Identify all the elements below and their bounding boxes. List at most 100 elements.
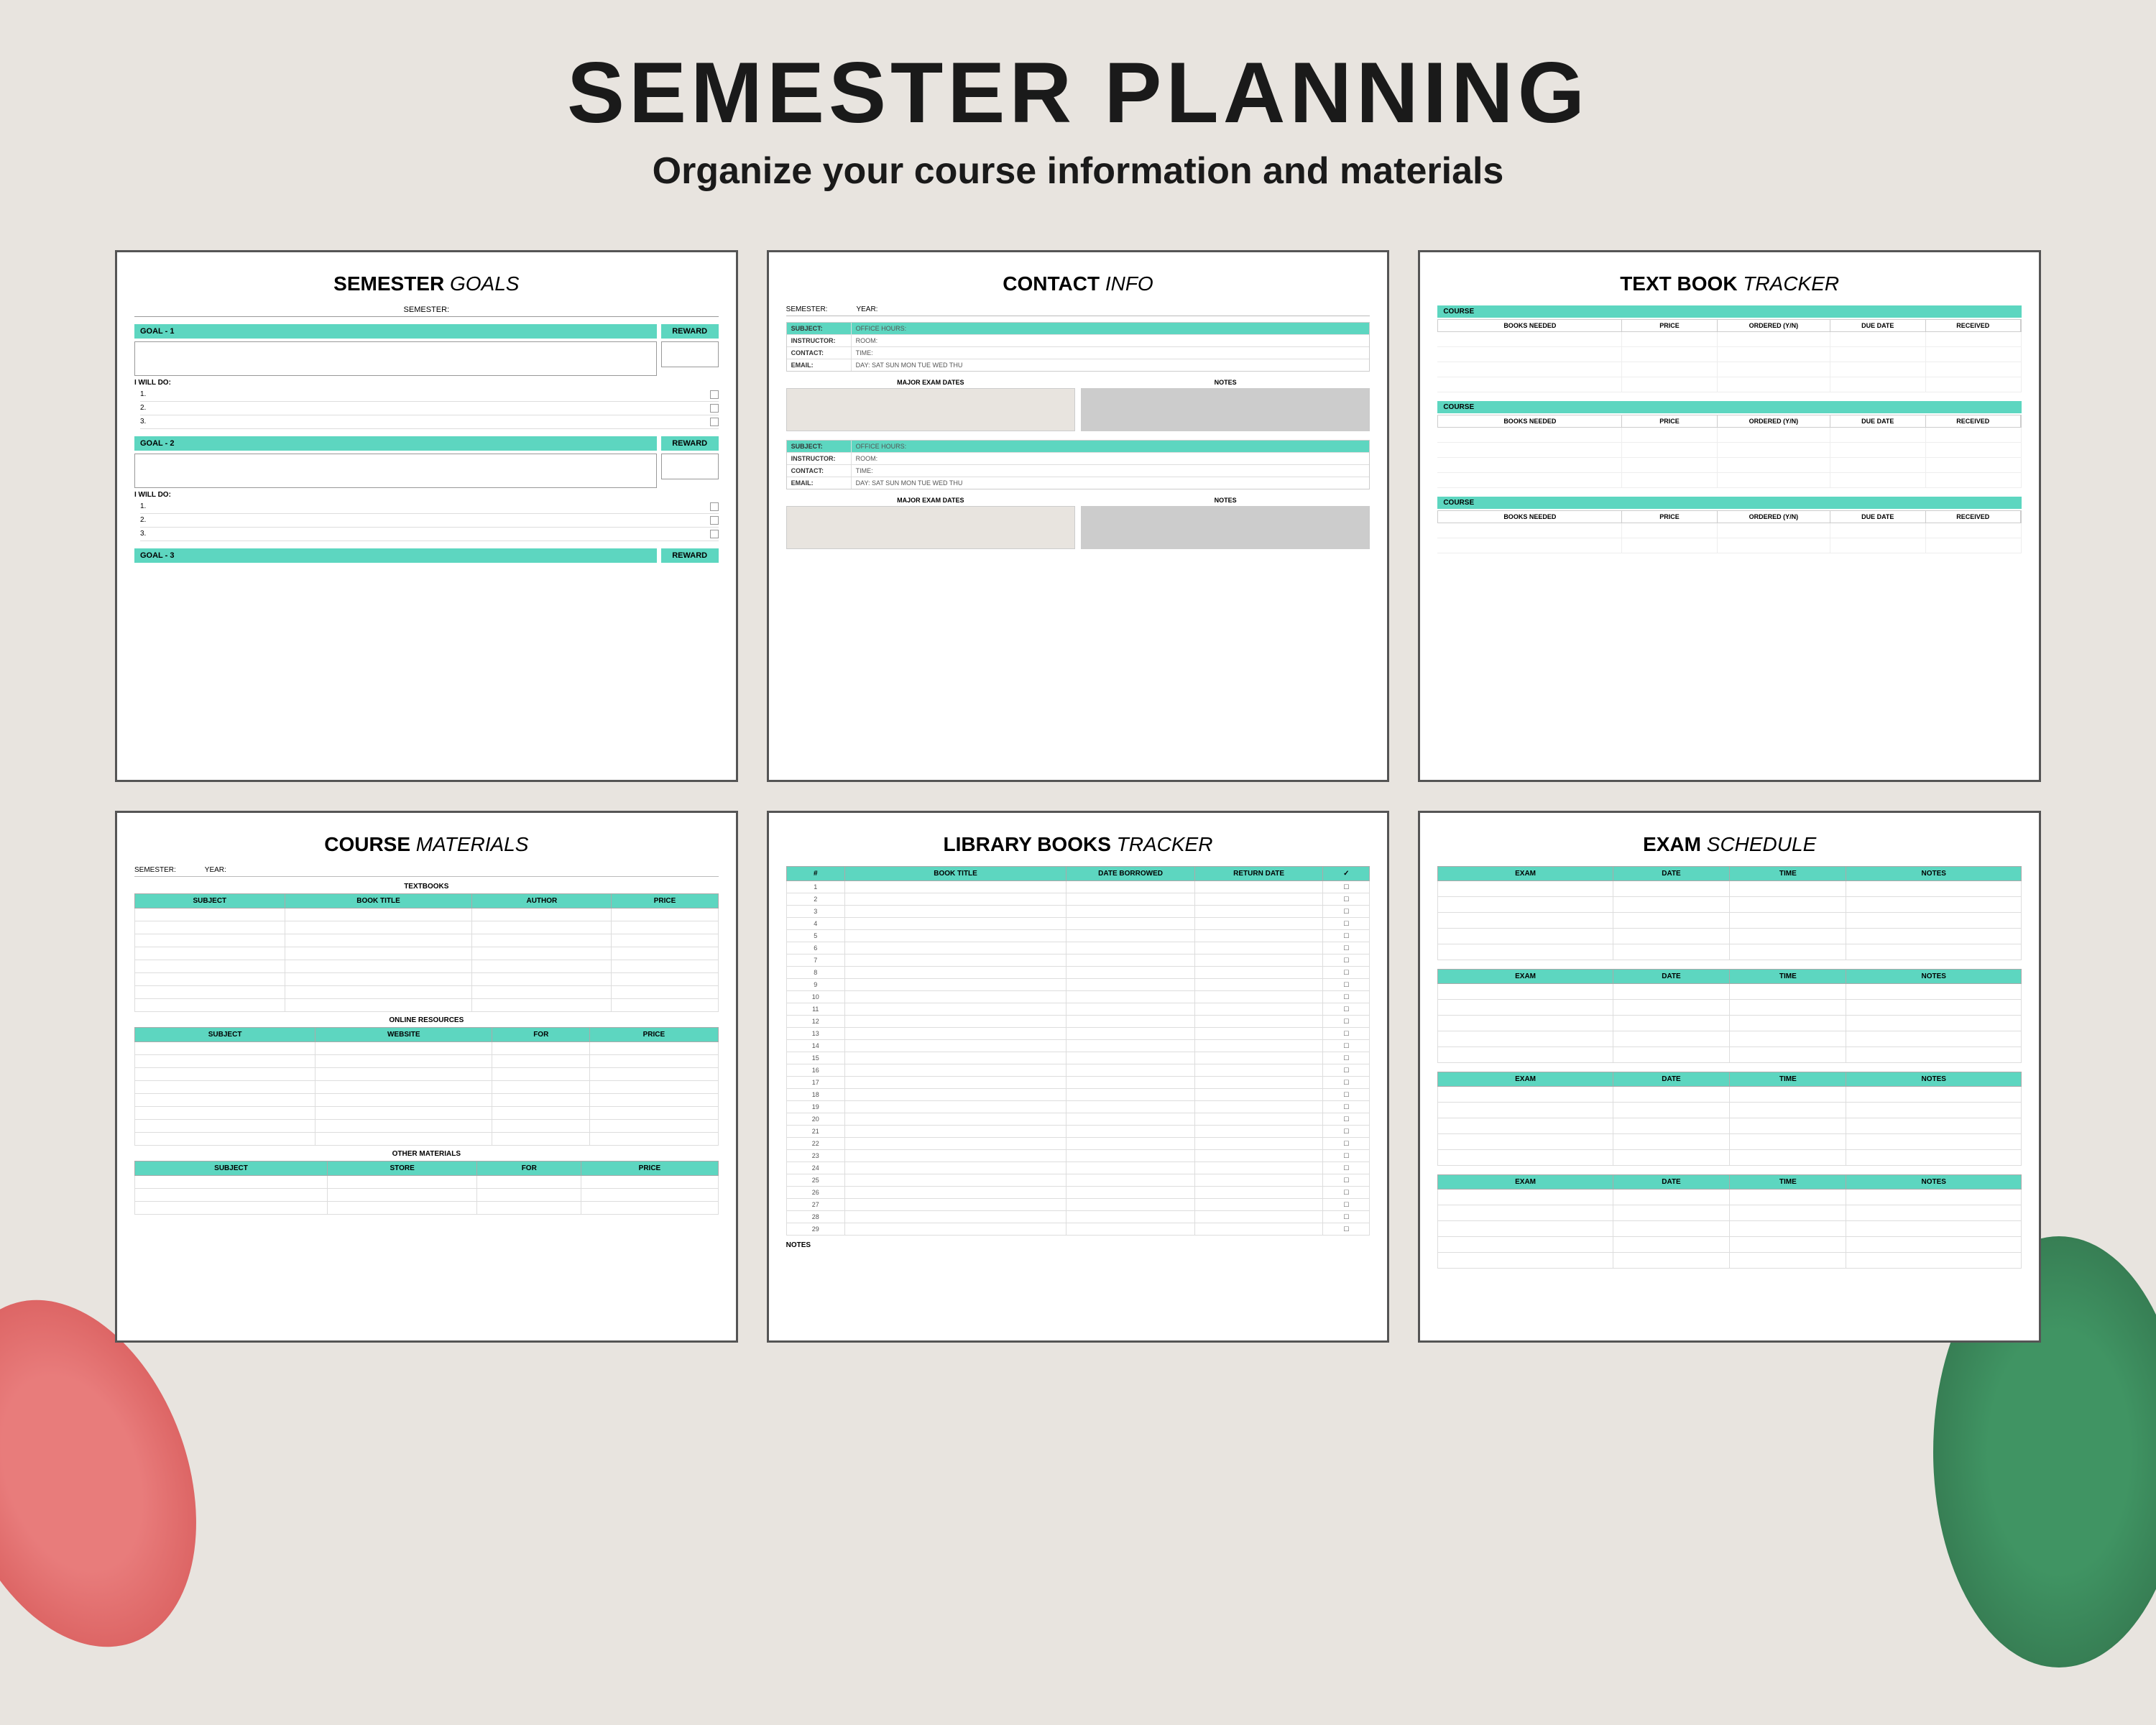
lib-row-title (844, 1138, 1066, 1150)
col-notes-4: NOTES (1846, 1175, 2022, 1190)
lib-row-check: ☐ (1323, 979, 1370, 991)
table-row: 3☐ (786, 906, 1370, 918)
reward-2-label: REWARD (661, 436, 719, 451)
col-exam-3: EXAM (1438, 1072, 1613, 1087)
notes-area-1[interactable] (1081, 388, 1370, 431)
goal-2-text[interactable] (134, 454, 657, 488)
lib-row-num: 15 (786, 1052, 844, 1064)
table-row: 2☐ (786, 893, 1370, 906)
lib-row-return (1194, 979, 1323, 991)
lib-row-borrowed (1067, 1211, 1195, 1223)
lib-row-title (844, 1089, 1066, 1101)
table-row (135, 1068, 719, 1081)
reward-1-box[interactable] (661, 341, 719, 367)
lib-row-return (1194, 942, 1323, 954)
contact-info-card: CONTACT INFO SEMESTER: YEAR: SUBJECT: OF… (767, 250, 1390, 782)
col-ordered-2: ORDERED (Y/N) (1718, 415, 1830, 427)
lib-row-borrowed (1067, 1126, 1195, 1138)
table-row (135, 921, 719, 934)
goal-3-row: GOAL - 3 REWARD (134, 548, 719, 563)
lib-row-title (844, 918, 1066, 930)
tb-header-1: BOOKS NEEDED PRICE ORDERED (Y/N) DUE DAT… (1437, 319, 2022, 332)
col-num: # (786, 867, 844, 881)
course-bar-1: COURSE (1437, 305, 2022, 318)
email-label-2: EMAIL: (787, 477, 852, 489)
contact-label: CONTACT: (787, 347, 852, 359)
office-hours-label-2: OFFICE HOURS: (852, 441, 1370, 452)
table-row (135, 973, 719, 986)
lib-row-num: 9 (786, 979, 844, 991)
col-exam-1: EXAM (1438, 867, 1613, 881)
col-exam-2: EXAM (1438, 970, 1613, 984)
course-section-2: COURSE BOOKS NEEDED PRICE ORDERED (Y/N) … (1437, 401, 2022, 488)
table-row: 5☐ (786, 930, 1370, 942)
lib-row-return (1194, 1199, 1323, 1211)
lib-row-title (844, 1150, 1066, 1162)
col-due-1: DUE DATE (1830, 320, 1926, 331)
year-label: YEAR: (856, 305, 877, 313)
col-notes-2: NOTES (1846, 970, 2022, 984)
tb-row-2-2 (1437, 443, 2022, 458)
col-time-2: TIME (1730, 970, 1846, 984)
course-section-3: COURSE BOOKS NEEDED PRICE ORDERED (Y/N) … (1437, 497, 2022, 553)
lib-row-borrowed (1067, 979, 1195, 991)
lib-row-return (1194, 1138, 1323, 1150)
lib-row-title (844, 881, 1066, 893)
lib-row-borrowed (1067, 1052, 1195, 1064)
mat-sem-year: SEMESTER: YEAR: (134, 866, 719, 877)
table-row (1438, 897, 2022, 913)
table-row (135, 1176, 719, 1189)
lib-row-check: ☐ (1323, 1028, 1370, 1040)
lib-row-return (1194, 918, 1323, 930)
major-exam-dates-area-2[interactable] (786, 506, 1075, 549)
library-title: LIBRARY BOOKS TRACKER (786, 833, 1370, 856)
table-row: 28☐ (786, 1211, 1370, 1223)
lib-row-borrowed (1067, 906, 1195, 918)
lib-row-borrowed (1067, 1077, 1195, 1089)
lib-row-borrowed (1067, 1187, 1195, 1199)
table-row (1438, 913, 2022, 929)
goal-1-row: GOAL - 1 REWARD I WILL DO: 1. 2. 3. (134, 324, 719, 429)
lib-row-check: ☐ (1323, 967, 1370, 979)
table-row: 15☐ (786, 1052, 1370, 1064)
col-price-3: PRICE (1622, 511, 1718, 523)
col-due-3: DUE DATE (1830, 511, 1926, 523)
col-book-title-lib: BOOK TITLE (844, 867, 1066, 881)
library-books-card: LIBRARY BOOKS TRACKER # BOOK TITLE DATE … (767, 811, 1390, 1343)
materials-title: COURSE MATERIALS (134, 833, 719, 856)
lib-row-title (844, 1016, 1066, 1028)
lib-row-title (844, 1064, 1066, 1077)
mat-year-label: YEAR: (205, 866, 226, 874)
exam-title: EXAM SCHEDULE (1437, 833, 2022, 856)
lib-row-return (1194, 893, 1323, 906)
lib-row-check: ☐ (1323, 1126, 1370, 1138)
lib-row-num: 10 (786, 991, 844, 1003)
table-row: 21☐ (786, 1126, 1370, 1138)
lib-row-check: ☐ (1323, 1162, 1370, 1174)
lib-row-title (844, 1077, 1066, 1089)
contact-title: CONTACT INFO (786, 272, 1370, 295)
reward-2-box[interactable] (661, 454, 719, 479)
room-label-2: ROOM: (852, 453, 1370, 464)
goals-title: SEMESTER GOALS (134, 272, 719, 295)
col-return-date: RETURN DATE (1194, 867, 1323, 881)
will-do-2-label: I WILL DO: (134, 491, 719, 499)
goal-1-text[interactable] (134, 341, 657, 376)
email-label: EMAIL: (787, 359, 852, 371)
table-row (135, 1055, 719, 1068)
notes-area-2[interactable] (1081, 506, 1370, 549)
major-exam-dates-area[interactable] (786, 388, 1075, 431)
lib-row-check: ☐ (1323, 1223, 1370, 1236)
tb-row-1-2 (1437, 347, 2022, 362)
lib-row-return (1194, 967, 1323, 979)
exam-section-1: EXAM DATE TIME NOTES (1437, 866, 2022, 960)
lib-row-num: 27 (786, 1199, 844, 1211)
col-for-or: FOR (492, 1028, 590, 1042)
goal-2-label: GOAL - 2 (134, 436, 657, 451)
table-row (135, 1202, 719, 1215)
lib-row-borrowed (1067, 1003, 1195, 1016)
table-row: 19☐ (786, 1101, 1370, 1113)
room-label: ROOM: (852, 335, 1370, 346)
lib-row-check: ☐ (1323, 881, 1370, 893)
online-resources-table: SUBJECT WEBSITE FOR PRICE (134, 1027, 719, 1146)
